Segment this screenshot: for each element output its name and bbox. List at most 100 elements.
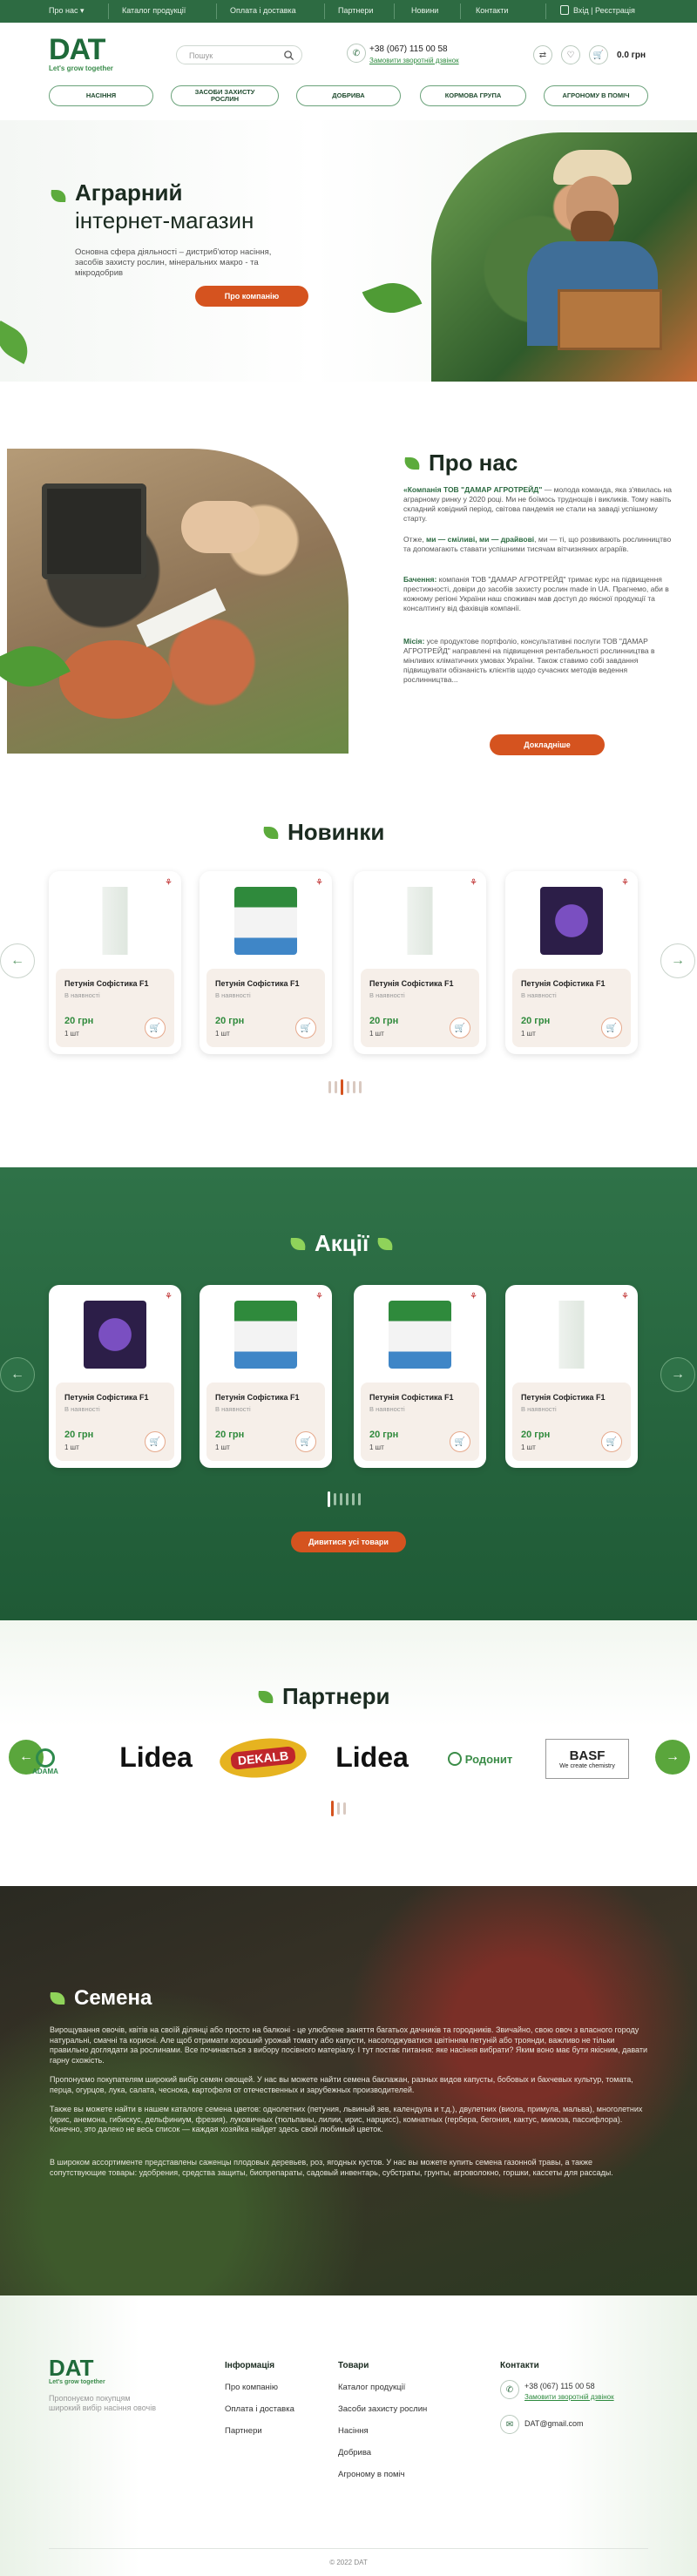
next-arrow[interactable]: → <box>660 1357 695 1392</box>
product-card[interactable]: ⚘ Петунія Софістика F1 В наявності 20 грн 1 … <box>505 1285 638 1468</box>
favorite-icon[interactable]: ⚘ <box>165 1292 173 1302</box>
footer-link[interactable]: Добрива <box>338 2448 371 2458</box>
favorite-icon[interactable]: ⚘ <box>621 878 629 888</box>
category-agronomist[interactable]: АГРОНОМУ В ПОМІЧ <box>544 85 648 106</box>
next-arrow[interactable]: → <box>655 1740 690 1775</box>
add-to-cart-button[interactable]: 🛒 <box>601 1018 622 1038</box>
partner-logo-lidea[interactable]: Lidea <box>331 1737 413 1777</box>
product-image[interactable] <box>540 1301 603 1369</box>
prev-arrow[interactable]: ← <box>0 943 35 978</box>
favorite-icon[interactable]: ⚘ <box>165 878 173 888</box>
leaf-icon <box>50 190 67 202</box>
compare-icon[interactable]: ⇄ <box>533 45 552 64</box>
search-input[interactable]: Пошук <box>176 45 302 64</box>
about-company-button[interactable]: Про компанію <box>195 286 308 307</box>
callback-link[interactable]: Замовити зворотній дзвінок <box>369 57 459 64</box>
prev-arrow[interactable]: ← <box>0 1357 35 1392</box>
favorite-icon[interactable]: ⚘ <box>621 1292 629 1302</box>
partner-logo-adama[interactable]: ADAMA <box>19 1742 71 1781</box>
product-image[interactable] <box>389 887 451 955</box>
product-image[interactable] <box>234 1301 297 1369</box>
footer-logo[interactable]: DAT Let's grow together <box>49 2356 105 2385</box>
product-quantity: 1 шт <box>64 1444 79 1451</box>
product-name[interactable]: Петунія Софістика F1 <box>521 1393 606 1402</box>
add-to-cart-button[interactable]: 🛒 <box>450 1018 470 1038</box>
favorite-icon[interactable]: ⚘ <box>315 878 323 888</box>
product-image[interactable] <box>234 887 297 955</box>
footer: DAT Let's grow together Пропонуємо покуп… <box>0 2295 697 2576</box>
login-link[interactable]: Вхід | Реєстрація <box>573 6 635 15</box>
add-to-cart-button[interactable]: 🛒 <box>295 1431 316 1452</box>
view-all-products-button[interactable]: Дивитися усі товари <box>291 1531 406 1552</box>
nav-news[interactable]: Новини <box>411 6 438 15</box>
about-seedlings-image <box>7 449 348 754</box>
footer-callback-link[interactable]: Замовити зворотній дзвінок <box>524 2393 614 2401</box>
footer-link[interactable]: Про компанію <box>225 2383 278 2392</box>
product-card[interactable]: ⚘ Петунія Софістика F1 В наявності 20 грн 1 … <box>505 871 638 1054</box>
favorites-icon[interactable]: ♡ <box>561 45 580 64</box>
partner-logo-basf[interactable]: BASF We create chemistry <box>545 1739 629 1779</box>
category-fertilizers[interactable]: ДОБРИВА <box>296 85 401 106</box>
footer-link[interactable]: Оплата і доставка <box>225 2404 294 2414</box>
favorite-icon[interactable]: ⚘ <box>470 1292 477 1302</box>
footer-link[interactable]: Засоби захисту рослин <box>338 2404 427 2414</box>
read-more-button[interactable]: Докладніше <box>490 734 605 755</box>
category-seeds[interactable]: НАСІННЯ <box>49 85 153 106</box>
footer-link[interactable]: Насіння <box>338 2426 369 2436</box>
product-image[interactable] <box>84 887 146 955</box>
partner-logo-rodonit[interactable]: Родонит <box>434 1748 526 1770</box>
product-price: 20 грн <box>521 1016 551 1026</box>
carousel-dots[interactable] <box>331 1801 346 1816</box>
footer-link[interactable]: Партнери <box>225 2426 262 2436</box>
product-name[interactable]: Петунія Софістика F1 <box>215 1393 300 1402</box>
product-card[interactable]: ⚘ Петунія Софістика F1 В наявності 20 грн 1 … <box>49 1285 181 1468</box>
product-name[interactable]: Петунія Софістика F1 <box>369 979 454 988</box>
footer-divider <box>49 2548 648 2549</box>
footer-link[interactable]: Каталог продукції <box>338 2383 405 2392</box>
nav-contacts[interactable]: Контакти <box>476 6 508 15</box>
favorite-icon[interactable]: ⚘ <box>315 1292 323 1302</box>
nav-partners[interactable]: Партнери <box>338 6 373 15</box>
nav-catalog[interactable]: Каталог продукції <box>122 6 186 15</box>
carousel-dots[interactable] <box>328 1491 361 1507</box>
product-card[interactable]: ⚘ Петунія Софістика F1 В наявності 20 грн 1 … <box>200 871 332 1054</box>
product-name[interactable]: Петунія Софістика F1 <box>64 979 149 988</box>
product-image[interactable] <box>84 1301 146 1369</box>
product-card[interactable]: ⚘ Петунія Софістика F1 В наявності 20 грн 1 … <box>354 1285 486 1468</box>
next-arrow[interactable]: → <box>660 943 695 978</box>
product-card[interactable]: ⚘ Петунія Софістика F1 В наявності 20 грн 1 … <box>200 1285 332 1468</box>
product-quantity: 1 шт <box>369 1444 384 1451</box>
product-card[interactable]: ⚘ Петунія Софістика F1 В наявності 20 грн 1 … <box>49 871 181 1054</box>
add-to-cart-button[interactable]: 🛒 <box>145 1431 166 1452</box>
add-to-cart-button[interactable]: 🛒 <box>145 1018 166 1038</box>
leaf-icon <box>49 1992 66 2005</box>
product-card[interactable]: ⚘ Петунія Софістика F1 В наявності 20 грн 1 … <box>354 871 486 1054</box>
category-feed[interactable]: КОРМОВА ГРУПА <box>420 85 526 106</box>
nav-payment[interactable]: Оплата і доставка <box>230 6 296 15</box>
footer-link[interactable]: Агроному в поміч <box>338 2470 405 2479</box>
phone-icon: ✆ <box>500 2380 519 2399</box>
carousel-dots[interactable] <box>328 1079 362 1095</box>
add-to-cart-button[interactable]: 🛒 <box>450 1431 470 1452</box>
product-name[interactable]: Петунія Софістика F1 <box>369 1393 454 1402</box>
category-plant-protection[interactable]: ЗАСОБИ ЗАХИСТУ РОСЛИН <box>171 85 279 106</box>
footer-email[interactable]: DAT@gmail.com <box>524 2419 583 2428</box>
partner-logo-lidea[interactable]: Lidea <box>117 1737 195 1777</box>
cart-icon[interactable]: 🛒 <box>589 45 608 64</box>
add-to-cart-button[interactable]: 🛒 <box>295 1018 316 1038</box>
search-icon[interactable] <box>283 50 294 61</box>
add-to-cart-button[interactable]: 🛒 <box>601 1431 622 1452</box>
logo[interactable]: DAT Let's grow together <box>49 35 113 72</box>
leaf-icon <box>262 826 280 839</box>
product-name[interactable]: Петунія Софістика F1 <box>64 1393 149 1402</box>
product-name[interactable]: Петунія Софістика F1 <box>215 979 300 988</box>
footer-phone[interactable]: +38 (067) 115 00 58 <box>524 2382 595 2390</box>
product-image[interactable] <box>540 887 603 955</box>
nav-about[interactable]: Про нас ▾ <box>49 6 85 16</box>
product-name[interactable]: Петунія Софістика F1 <box>521 979 606 988</box>
product-image[interactable] <box>389 1301 451 1369</box>
favorite-icon[interactable]: ⚘ <box>470 878 477 888</box>
product-info: Петунія Софістика F1 В наявності 20 грн 1 ш… <box>361 969 479 1047</box>
product-price: 20 грн <box>215 1430 245 1440</box>
product-availability: В наявності <box>215 1405 251 1413</box>
